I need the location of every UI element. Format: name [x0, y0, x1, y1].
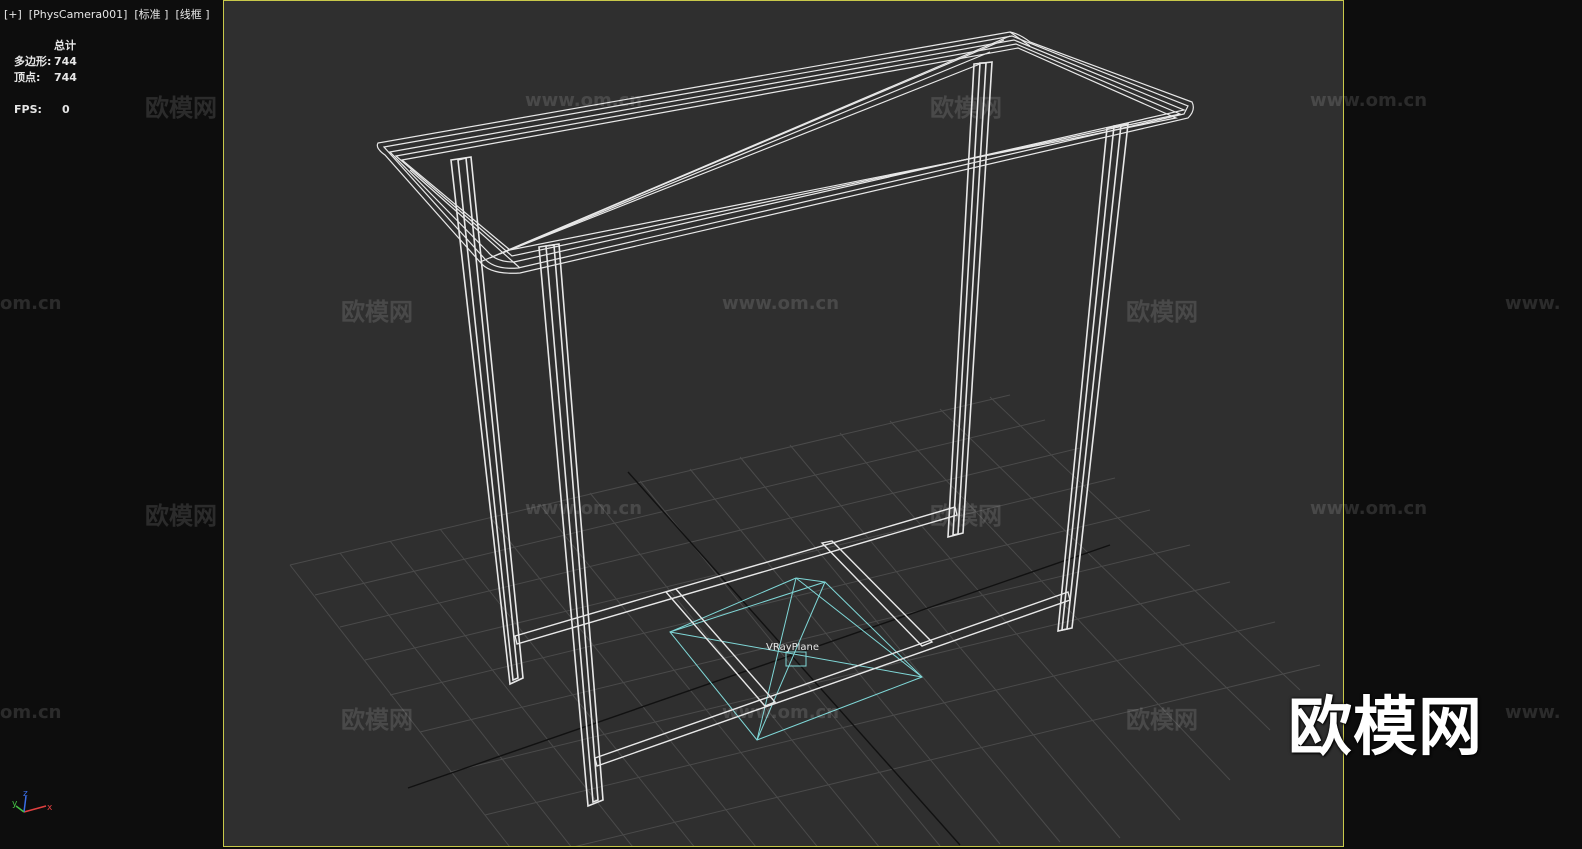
watermark: www.om.cn — [1310, 498, 1428, 519]
watermark: 欧模网 — [145, 94, 217, 122]
watermark: 欧模网 — [930, 502, 1002, 530]
watermark: www.om.cn — [722, 702, 840, 723]
watermark: www. — [1505, 702, 1561, 723]
watermark: 欧模网 — [930, 94, 1002, 122]
watermark: www.om.cn — [1310, 90, 1428, 111]
brand-logo: 欧模网 — [1288, 691, 1483, 765]
axis-x-label: x — [47, 803, 53, 813]
ground-grid — [289, 394, 1321, 846]
watermark: om.cn — [0, 702, 62, 723]
watermark: 欧模网 — [1126, 706, 1198, 734]
axis-gizmo: x z y — [12, 789, 53, 813]
world-axes — [407, 471, 1111, 846]
watermark: 欧模网 — [1126, 298, 1198, 326]
watermark: 欧模网 — [341, 298, 413, 326]
watermark: www.om.cn — [525, 498, 643, 519]
vray-plane-label: VRayPlane — [766, 642, 819, 653]
watermark: www.om.cn — [722, 293, 840, 314]
axis-z-label: z — [23, 789, 28, 799]
axis-y-label: y — [12, 799, 18, 809]
watermark: www.om.cn — [525, 90, 643, 111]
watermark: om.cn — [0, 293, 62, 314]
watermark: 欧模网 — [341, 706, 413, 734]
watermark: 欧模网 — [145, 502, 217, 530]
watermark: www. — [1505, 293, 1561, 314]
